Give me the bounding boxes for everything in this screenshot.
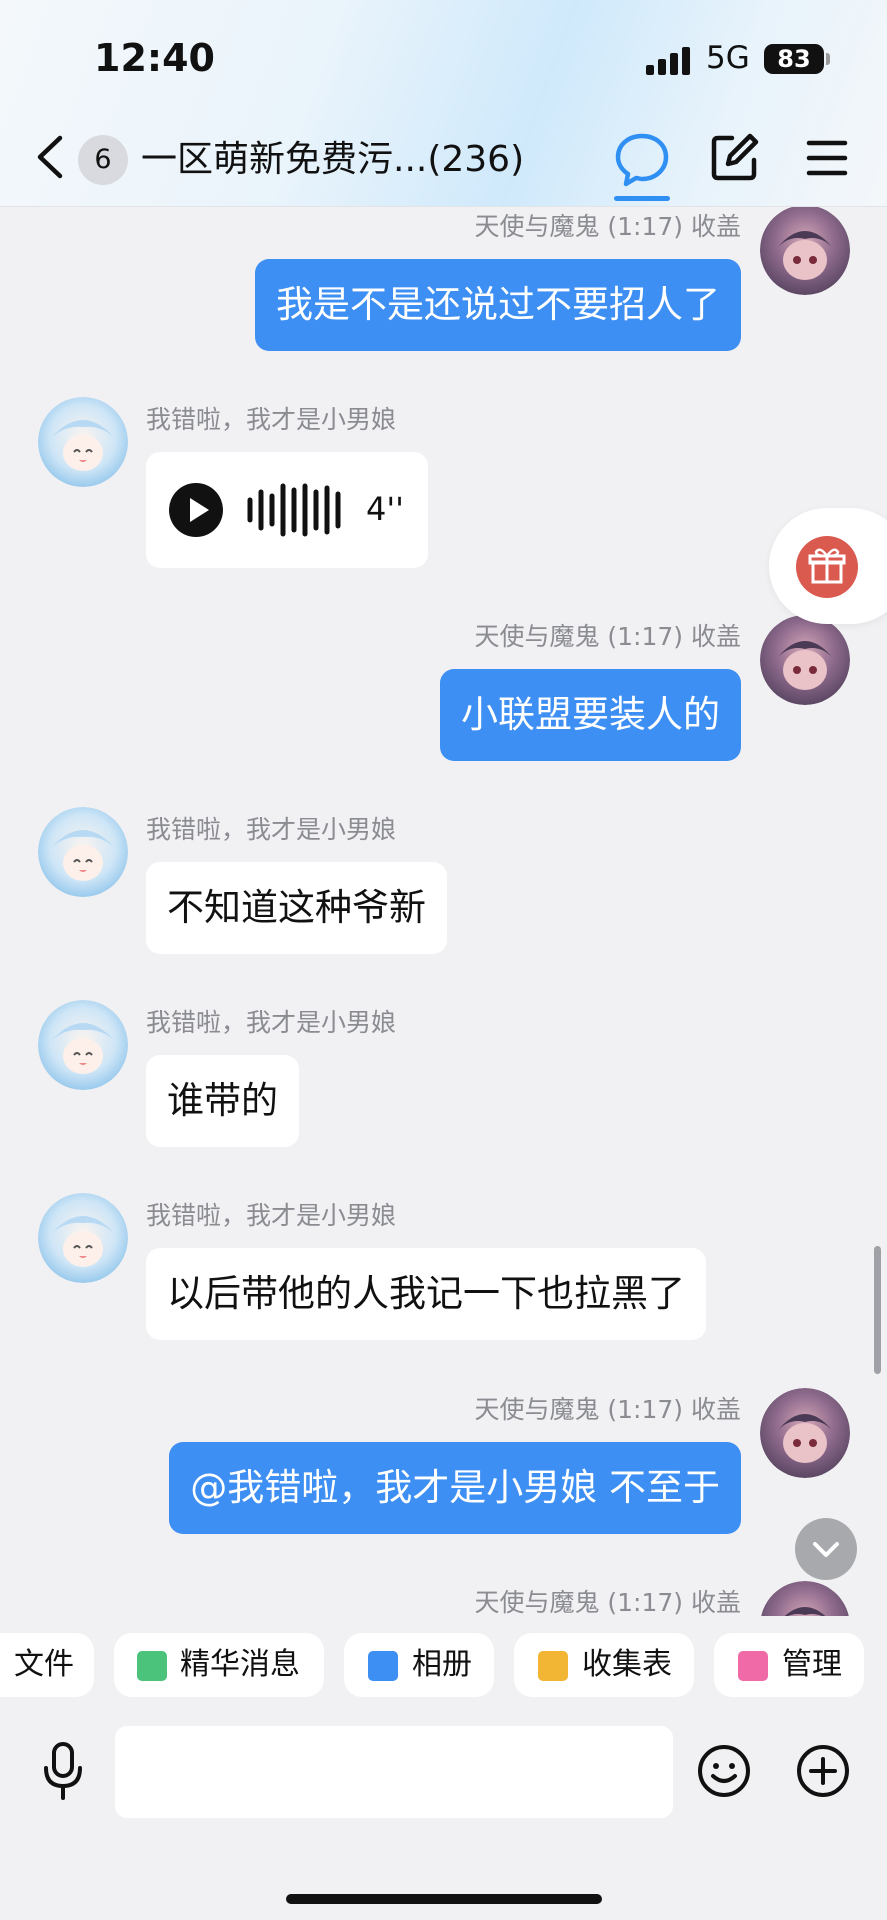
message-bubble[interactable]: 不知道这种爷新: [146, 862, 447, 954]
message-input[interactable]: [115, 1726, 673, 1818]
mic-icon[interactable]: [40, 1740, 86, 1802]
featured-icon: [137, 1651, 167, 1681]
quick-actions-bar: 文件 精华消息 相册 收集表 管理: [0, 1616, 887, 1710]
play-icon[interactable]: [169, 483, 223, 537]
quick-item-album[interactable]: 相册: [344, 1633, 494, 1697]
scroll-to-bottom-button[interactable]: [795, 1518, 857, 1580]
scrollbar[interactable]: [874, 1246, 881, 1374]
unread-badge[interactable]: 6: [78, 135, 128, 185]
voice-message[interactable]: 4'': [146, 452, 428, 568]
avatar[interactable]: [760, 205, 850, 295]
sender-name: 我错啦，我才是小男娘: [146, 1201, 397, 1230]
input-bar: [0, 1710, 887, 1920]
network-type: 5G: [706, 40, 750, 76]
menu-icon[interactable]: [805, 138, 849, 178]
emoji-icon[interactable]: [697, 1744, 751, 1798]
voice-duration: 4'': [366, 490, 404, 528]
message-bubble[interactable]: 小联盟要装人的: [440, 669, 741, 761]
gift-icon[interactable]: [796, 536, 858, 598]
chat-header: 12:40 5G 83 6 一区萌新免费污...(236): [0, 0, 887, 207]
album-icon: [368, 1651, 398, 1681]
home-indicator: [286, 1894, 602, 1904]
avatar[interactable]: [760, 615, 850, 705]
quick-item-label: 管理: [782, 1647, 842, 1682]
avatar[interactable]: [38, 1193, 128, 1283]
sender-name: 天使与魔鬼 (1:17) 收盖: [474, 1588, 741, 1617]
avatar[interactable]: [38, 807, 128, 897]
quick-item-label: 精华消息: [180, 1647, 300, 1682]
message-bubble[interactable]: 我是不是还说过不要招人了: [255, 259, 741, 351]
quick-item-label: 文件: [14, 1647, 74, 1682]
waveform-icon: [247, 483, 341, 537]
quick-item-featured[interactable]: 精华消息: [114, 1633, 324, 1697]
active-tab-indicator: [614, 196, 670, 201]
avatar[interactable]: [38, 1000, 128, 1090]
plus-circle-icon[interactable]: [796, 1744, 850, 1798]
message-bubble[interactable]: 以后带他的人我记一下也拉黑了: [146, 1248, 706, 1340]
sender-name: 天使与魔鬼 (1:17) 收盖: [474, 1395, 741, 1424]
sender-name: 天使与魔鬼 (1:17) 收盖: [474, 212, 741, 241]
battery-tip: [826, 53, 830, 65]
quick-item-label: 相册: [412, 1647, 472, 1682]
back-icon[interactable]: [30, 132, 70, 182]
form-icon: [538, 1651, 568, 1681]
quick-item-forms[interactable]: 收集表: [514, 1633, 694, 1697]
quick-item-label: 收集表: [582, 1647, 672, 1682]
battery-icon: 83: [764, 44, 824, 74]
avatar[interactable]: [38, 397, 128, 487]
sender-name: 我错啦，我才是小男娘: [146, 1008, 397, 1037]
status-time: 12:40: [94, 36, 215, 80]
chevron-down-icon: [813, 1542, 839, 1557]
manage-icon: [738, 1651, 768, 1681]
page-title[interactable]: 一区萌新免费污...(236): [141, 130, 524, 182]
message-bubble[interactable]: @我错啦，我才是小男娘 不至于: [169, 1442, 741, 1534]
gift-tab[interactable]: [769, 508, 887, 624]
quick-item-files[interactable]: 文件: [0, 1633, 94, 1697]
sender-name: 我错啦，我才是小男娘: [146, 815, 397, 844]
chat-icon[interactable]: [614, 128, 670, 202]
quick-item-manage[interactable]: 管理: [714, 1633, 864, 1697]
avatar[interactable]: [760, 1388, 850, 1478]
message-bubble[interactable]: 谁带的: [146, 1055, 299, 1147]
sender-name: 天使与魔鬼 (1:17) 收盖: [474, 622, 741, 651]
edit-icon[interactable]: [710, 132, 760, 182]
sender-name: 我错啦，我才是小男娘: [146, 405, 397, 434]
signal-icon: [646, 47, 692, 75]
